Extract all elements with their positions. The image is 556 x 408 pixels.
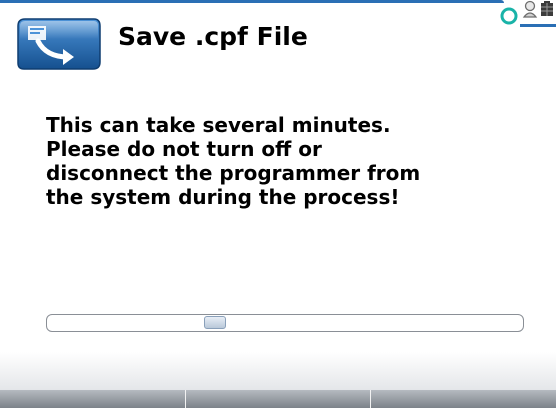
softkey-bar xyxy=(0,390,556,408)
status-area xyxy=(498,0,556,30)
softkey-middle[interactable] xyxy=(186,390,372,408)
save-cpf-dialog: Save .cpf File This can take several min… xyxy=(0,0,556,408)
message-line: Please do not turn off or xyxy=(46,137,322,161)
softkey-right[interactable] xyxy=(371,390,556,408)
link-icon xyxy=(500,7,518,25)
battery-icon xyxy=(541,1,553,16)
message-line: This can take several minutes. xyxy=(46,113,391,137)
progress-bar xyxy=(46,314,524,332)
header-line xyxy=(0,0,480,3)
message-line: disconnect the programmer from xyxy=(46,161,421,185)
page-title: Save .cpf File xyxy=(118,22,308,51)
person-icon xyxy=(522,0,538,18)
message-line: the system during the process! xyxy=(46,185,400,209)
warning-message: This can take several minutes. Please do… xyxy=(46,113,526,209)
softkey-left[interactable] xyxy=(0,390,186,408)
progress-indicator xyxy=(204,316,226,329)
bottom-fade xyxy=(0,352,556,390)
save-to-device-icon xyxy=(17,18,101,70)
status-line xyxy=(520,24,556,27)
